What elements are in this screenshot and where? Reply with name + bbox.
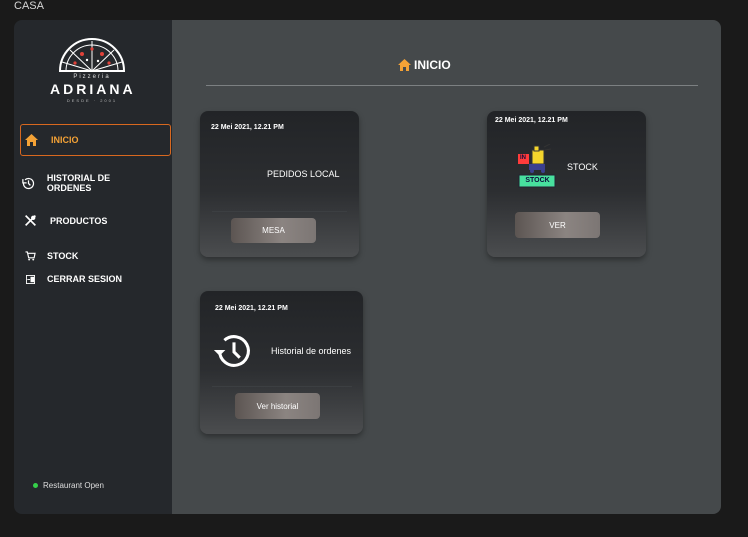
card-date: 22 Mei 2021, 12.21 PM — [495, 117, 568, 124]
stock-image-text-bottom: STOCK — [525, 177, 550, 184]
card-label: STOCK — [567, 162, 598, 172]
utensils-icon — [20, 214, 40, 227]
stock-image-text-top: IN — [520, 155, 526, 161]
brand-tagline: DESDE · 2001 — [66, 98, 118, 103]
historial-card: 22 Mei 2021, 12.21 PM Historial de orden… — [200, 291, 363, 434]
history-icon — [20, 176, 37, 191]
card-label: PEDIDOS LOCAL — [267, 169, 340, 179]
ver-button[interactable]: VER — [515, 212, 600, 238]
sidebar-item-cerrar-sesion[interactable]: CERRAR SESION — [20, 274, 171, 284]
card-divider — [212, 386, 352, 387]
sidebar-item-label: INICIO — [51, 135, 79, 145]
card-divider — [212, 211, 347, 212]
sidebar-item-historial[interactable]: HISTORIAL DE ORDENES — [20, 173, 140, 193]
card-date: 22 Mei 2021, 12.21 PM — [211, 124, 284, 131]
title-divider — [206, 85, 698, 86]
sidebar-item-label: STOCK — [47, 251, 79, 261]
history-icon — [211, 328, 257, 379]
page-title-text: INICIO — [414, 58, 451, 72]
sidebar-item-stock[interactable]: STOCK — [20, 251, 171, 261]
sidebar-item-label: PRODUCTOS — [50, 215, 108, 226]
ver-historial-button[interactable]: Ver historial — [235, 393, 320, 419]
logout-icon — [20, 274, 40, 284]
cart-icon — [20, 251, 40, 261]
window-title: CASA — [14, 0, 44, 12]
page-title: INICIO — [398, 58, 451, 72]
status-dot-icon — [33, 483, 38, 488]
home-icon — [398, 59, 411, 71]
mesa-button[interactable]: MESA — [231, 218, 316, 243]
home-icon — [21, 134, 41, 146]
restaurant-status: Restaurant Open — [33, 481, 104, 490]
sidebar: Pizzeria ADRIANA DESDE · 2001 INICIO HIS… — [14, 20, 172, 514]
card-label: Historial de ordenes — [271, 346, 352, 356]
brand-logo: Pizzeria ADRIANA DESDE · 2001 — [50, 38, 134, 103]
brand-subtitle: Pizzeria — [73, 74, 111, 80]
sidebar-item-productos[interactable]: PRODUCTOS — [20, 214, 171, 227]
sidebar-item-label: CERRAR SESION — [47, 274, 123, 284]
stock-card: 22 Mei 2021, 12.21 PM IN STOCK STOCK VER — [487, 111, 646, 257]
brand-name: ADRIANA — [50, 81, 136, 97]
main-content: INICIO 22 Mei 2021, 12.21 PM PEDIDOS LOC… — [172, 20, 721, 514]
status-text: Restaurant Open — [43, 481, 104, 490]
app-frame: Pizzeria ADRIANA DESDE · 2001 INICIO HIS… — [14, 20, 721, 514]
pedidos-card: 22 Mei 2021, 12.21 PM PEDIDOS LOCAL MESA — [200, 111, 359, 257]
stock-image-icon: IN STOCK — [517, 143, 557, 188]
pizza-logo-icon — [58, 38, 126, 72]
card-date: 22 Mei 2021, 12.21 PM — [215, 305, 288, 312]
sidebar-item-label: HISTORIAL DE ORDENES — [46, 173, 111, 193]
sidebar-item-inicio[interactable]: INICIO — [20, 124, 171, 156]
